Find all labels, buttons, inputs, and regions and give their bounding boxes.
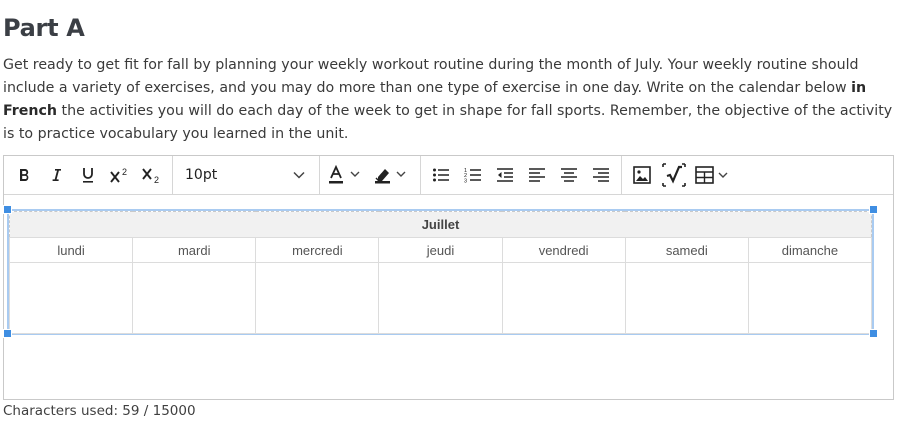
font-size-group: 10pt (172, 155, 319, 195)
image-icon (633, 166, 651, 184)
resize-handle-bottom-left[interactable] (3, 329, 12, 338)
svg-text:3: 3 (464, 179, 467, 184)
character-count-label: Characters used: (3, 403, 118, 419)
character-count: Characters used: 59 / 15000 (3, 403, 196, 419)
day-cell-mercredi[interactable] (255, 262, 380, 334)
day-cell-lundi[interactable] (8, 262, 134, 334)
day-header-lundi[interactable]: lundi (8, 237, 134, 263)
resize-handle-bottom-right[interactable] (869, 329, 878, 338)
part-title: Part A (3, 14, 85, 42)
subscript-button[interactable]: 2 (136, 160, 168, 190)
align-left-button[interactable] (521, 160, 553, 190)
page: Part A Get ready to get fit for fall by … (0, 0, 910, 424)
svg-text:2: 2 (154, 175, 159, 184)
highlight-color-button[interactable] (370, 160, 416, 190)
format-group: 2 2 (4, 156, 172, 195)
align-center-button[interactable] (553, 160, 585, 190)
editor-content[interactable]: Juillet lundi mardi mercredi jeudi vendr… (3, 196, 893, 399)
math-button[interactable] (658, 160, 690, 190)
day-header-mercredi[interactable]: mercredi (255, 237, 380, 263)
instructions-text: Get ready to get fit for fall by plannin… (3, 54, 903, 146)
text-color-button[interactable] (324, 160, 370, 190)
font-size-value: 10pt (185, 167, 218, 183)
calendar-table[interactable]: Juillet lundi mardi mercredi jeudi vendr… (8, 211, 873, 334)
numbered-list-icon: 123 (464, 168, 481, 184)
day-cell-mardi[interactable] (132, 262, 257, 334)
align-right-button[interactable] (585, 160, 617, 190)
day-cell-jeudi[interactable] (378, 262, 503, 334)
italic-button[interactable] (40, 160, 72, 190)
day-header-samedi[interactable]: samedi (624, 237, 749, 263)
table-icon (695, 166, 728, 184)
day-header-mardi[interactable]: mardi (132, 237, 257, 263)
insert-group (621, 155, 740, 195)
align-center-icon (561, 168, 577, 182)
paragraph-group: 123 (420, 155, 621, 195)
day-header-dimanche[interactable]: dimanche (747, 237, 873, 263)
subscript-icon: 2 (142, 168, 159, 184)
instructions-text-2: the activities you will do each day of t… (3, 103, 893, 142)
bulleted-list-button[interactable] (425, 160, 457, 190)
calendar-table-selection[interactable]: Juillet lundi mardi mercredi jeudi vendr… (7, 209, 874, 335)
text-color-icon (329, 165, 360, 184)
bold-icon (20, 169, 29, 181)
table-button[interactable] (690, 160, 736, 190)
superscript-icon: 2 (110, 167, 127, 183)
svg-text:2: 2 (122, 167, 127, 177)
underline-icon (83, 168, 93, 183)
character-count-value: 59 / 15000 (122, 403, 196, 419)
outdent-icon (497, 168, 513, 182)
highlight-color-icon (375, 169, 406, 184)
rich-text-editor[interactable]: 2 2 10pt 1 2 3 Juillet lundi mardi mercr… (3, 155, 894, 400)
day-cell-vendredi[interactable] (501, 262, 626, 334)
image-button[interactable] (626, 160, 658, 190)
day-cell-samedi[interactable] (624, 262, 749, 334)
italic-icon (52, 169, 61, 181)
font-size-select[interactable]: 10pt (177, 160, 315, 190)
color-group (319, 155, 420, 195)
outdent-button[interactable] (489, 160, 521, 190)
day-header-jeudi[interactable]: jeudi (378, 237, 503, 263)
editor-toolbar: 2 2 10pt 1 2 3 (4, 155, 893, 195)
math-icon (662, 163, 686, 187)
underline-button[interactable] (72, 160, 104, 190)
instructions-text-1: Get ready to get fit for fall by plannin… (3, 57, 859, 96)
resize-handle-top-right[interactable] (869, 205, 878, 214)
superscript-button[interactable]: 2 (104, 160, 136, 190)
bold-button[interactable] (8, 160, 40, 190)
numbered-list-button[interactable]: 123 (457, 160, 489, 190)
chevron-down-icon (293, 171, 305, 179)
align-left-icon (529, 168, 545, 182)
day-header-vendredi[interactable]: vendredi (501, 237, 626, 263)
resize-handle-top-left[interactable] (3, 205, 12, 214)
align-right-icon (593, 168, 609, 182)
bulleted-list-icon (433, 168, 449, 182)
day-cell-dimanche[interactable] (747, 262, 873, 334)
month-header[interactable]: Juillet (9, 211, 872, 238)
